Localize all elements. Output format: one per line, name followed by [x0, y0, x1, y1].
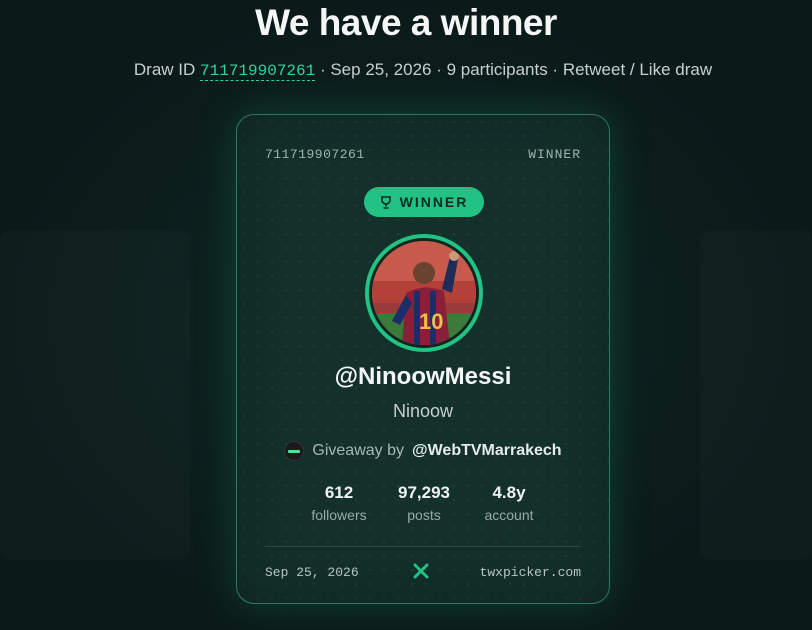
- winner-display-name: Ninoow: [392, 401, 454, 421]
- draw-meta: Draw ID 711719907261 · Sep 25, 2026 · 9 …: [0, 60, 812, 81]
- x-logo-icon: [413, 563, 429, 579]
- stat-followers: 612 followers: [299, 483, 379, 523]
- giveaway-host-line: Giveaway by @WebTVMarrakech: [237, 441, 609, 461]
- winner-badge: WINNER: [364, 187, 484, 217]
- winner-badge-label: WINNER: [399, 194, 469, 210]
- draw-meta-rest: · Sep 25, 2026 · 9 participants · Retwee…: [315, 60, 713, 79]
- giveaway-prefix: Giveaway by: [312, 442, 404, 459]
- stat-label: account: [484, 507, 534, 523]
- stat-label: posts: [407, 507, 441, 523]
- stat-value: 97,293: [398, 483, 450, 502]
- card-draw-id: 711719907261: [265, 147, 365, 162]
- giveaway-host-link[interactable]: @WebTVMarrakech: [412, 442, 562, 460]
- winner-card: 711719907261 WINNER WINNER 10 @NinoowMes…: [236, 114, 610, 604]
- card-tag: WINNER: [528, 147, 581, 162]
- winner-avatar-image: 10: [372, 241, 476, 345]
- stat-label: followers: [311, 507, 367, 523]
- background-panel-right: [700, 230, 812, 560]
- draw-id-prefix: Draw ID: [133, 60, 201, 79]
- winner-avatar-ring: 10: [365, 234, 483, 352]
- card-divider: [265, 546, 581, 547]
- host-avatar: [284, 441, 305, 461]
- winner-avatar[interactable]: 10: [369, 238, 479, 348]
- stat-value: 612: [324, 483, 354, 502]
- stat-account-age: 4.8y account: [469, 483, 549, 523]
- card-footer-date: Sep 25, 2026: [265, 565, 359, 580]
- draw-id-link[interactable]: 711719907261: [200, 62, 316, 81]
- background-panel-left: [0, 230, 190, 560]
- winner-stats: 612 followers 97,293 posts 4.8y account: [299, 483, 549, 523]
- card-footer-site: twxpicker.com: [479, 565, 581, 580]
- stat-value: 4.8y: [492, 483, 526, 502]
- page-title: We have a winner: [255, 2, 557, 43]
- stat-posts: 97,293 posts: [384, 483, 464, 523]
- winner-handle[interactable]: @NinoowMessi: [237, 363, 609, 391]
- svg-text:10: 10: [419, 309, 443, 334]
- trophy-icon: [380, 195, 391, 209]
